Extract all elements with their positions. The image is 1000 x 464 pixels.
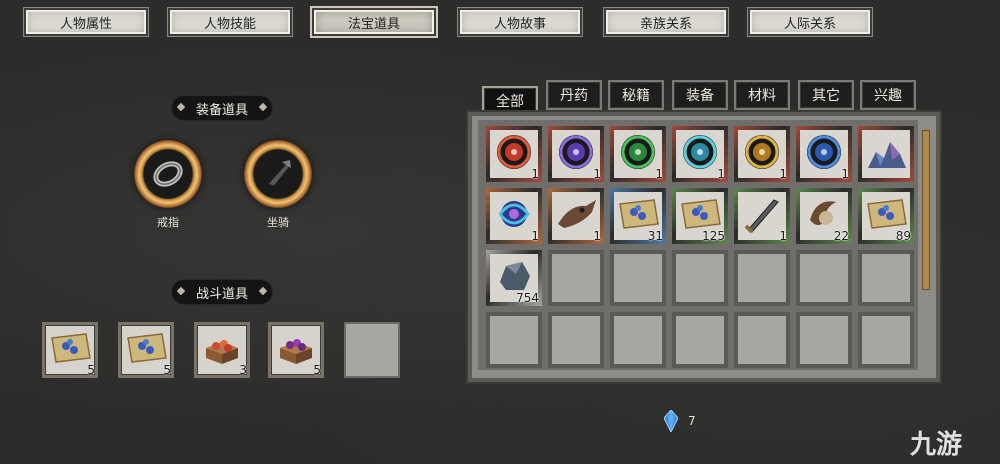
blue-gem-icon <box>664 410 678 432</box>
mount-label: 坐骑 <box>267 216 289 229</box>
tab-family-relations[interactable]: 亲族关系 <box>603 7 729 37</box>
ring-slot[interactable] <box>134 140 202 208</box>
item-quantity: 1 <box>531 167 539 181</box>
tab-character-story[interactable]: 人物故事 <box>457 7 583 37</box>
inventory-empty-slot[interactable] <box>610 312 666 368</box>
inventory-empty-slot[interactable] <box>610 250 666 306</box>
battle-items-title: 战斗道具 <box>172 280 272 304</box>
mount-slot[interactable] <box>244 140 312 208</box>
category-tab-6[interactable]: 兴趣 <box>860 80 916 110</box>
inventory-item[interactable]: 1 <box>610 126 666 182</box>
currency-display: 7 <box>664 410 696 432</box>
item-quantity: 1 <box>779 229 787 243</box>
item-quantity: 125 <box>702 229 725 243</box>
battle-item-slot[interactable]: 5 <box>268 322 324 378</box>
inventory-item[interactable]: 1 <box>548 126 604 182</box>
item-quantity: 89 <box>895 229 911 243</box>
inventory-item[interactable]: 31 <box>610 188 666 244</box>
battle-item-slot[interactable]: 5 <box>42 322 98 378</box>
ring-icon <box>153 161 183 187</box>
category-tab-4[interactable]: 材料 <box>734 80 790 110</box>
inventory-empty-slot[interactable] <box>796 312 852 368</box>
inventory-item[interactable]: 754 <box>486 250 542 306</box>
category-tab-1[interactable]: 丹药 <box>546 80 602 110</box>
tab-social-relations[interactable]: 人际关系 <box>747 7 873 37</box>
item-quantity: 1 <box>717 167 725 181</box>
inventory-empty-slot[interactable] <box>734 312 790 368</box>
currency-count: 7 <box>688 414 696 428</box>
battle-item-slot[interactable]: 5 <box>118 322 174 378</box>
inventory-empty-slot[interactable] <box>734 250 790 306</box>
inventory-empty-slot[interactable] <box>858 250 914 306</box>
inventory-item[interactable]: 1 <box>796 126 852 182</box>
equipped-items-title: 装备道具 <box>172 96 272 120</box>
category-tab-3[interactable]: 装备 <box>672 80 728 110</box>
watermark-logo: 九游 <box>910 430 963 460</box>
inventory-item[interactable]: 1 <box>548 188 604 244</box>
inventory-item[interactable]: 89 <box>858 188 914 244</box>
mount-icon <box>267 160 291 187</box>
tab-character-attributes[interactable]: 人物属性 <box>23 7 149 37</box>
item-quantity: 31 <box>647 229 663 243</box>
item-quantity: 3 <box>239 363 247 377</box>
inventory-item[interactable]: 1 <box>486 188 542 244</box>
category-tab-2[interactable]: 秘籍 <box>608 80 664 110</box>
inventory-empty-slot[interactable] <box>796 250 852 306</box>
inventory-item[interactable]: 1 <box>734 126 790 182</box>
item-quantity: 1 <box>531 229 539 243</box>
inventory-empty-slot[interactable] <box>672 312 728 368</box>
inventory-empty-slot[interactable] <box>672 250 728 306</box>
inventory-empty-slot[interactable] <box>548 250 604 306</box>
item-quantity: 22 <box>833 229 849 243</box>
item-quantity: 1 <box>593 167 601 181</box>
item-quantity: 1 <box>841 167 849 181</box>
item-quantity: 1 <box>593 229 601 243</box>
item-quantity: 1 <box>779 167 787 181</box>
tab-treasure-items[interactable]: 法宝道具 <box>310 6 438 38</box>
inventory-item[interactable] <box>858 126 914 182</box>
inventory-item[interactable]: 22 <box>796 188 852 244</box>
inventory-scrollbar[interactable] <box>922 130 930 290</box>
item-quantity: 1 <box>655 167 663 181</box>
inventory-empty-slot[interactable] <box>486 312 542 368</box>
item-quantity: 5 <box>87 363 95 377</box>
tab-character-skills[interactable]: 人物技能 <box>167 7 293 37</box>
item-quantity: 754 <box>516 291 539 305</box>
item-quantity: 5 <box>163 363 171 377</box>
item-quantity: 5 <box>313 363 321 377</box>
ore-pile-icon <box>862 128 910 180</box>
inventory-item[interactable]: 1 <box>734 188 790 244</box>
inventory-empty-slot[interactable] <box>548 312 604 368</box>
category-tab-5[interactable]: 其它 <box>798 80 854 110</box>
inventory-item[interactable]: 1 <box>486 126 542 182</box>
inventory-item[interactable]: 125 <box>672 188 728 244</box>
inventory-empty-slot[interactable] <box>858 312 914 368</box>
battle-item-slot[interactable]: 3 <box>194 322 250 378</box>
ring-label: 戒指 <box>157 216 179 229</box>
battle-empty-slot[interactable] <box>344 322 400 378</box>
inventory-item[interactable]: 1 <box>672 126 728 182</box>
